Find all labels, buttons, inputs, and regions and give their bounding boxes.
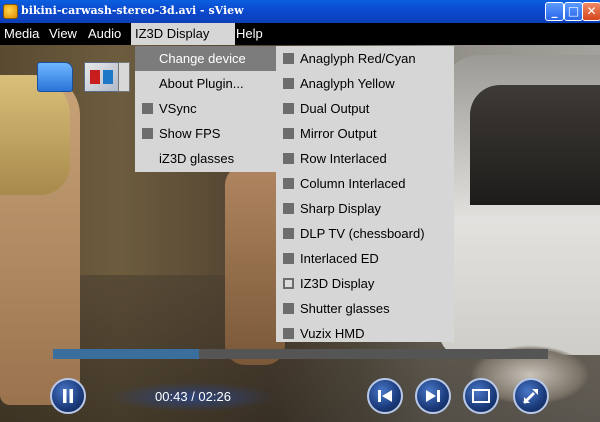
menu-item-label: Change device (159, 51, 246, 66)
radio-icon (283, 253, 294, 264)
seek-bar[interactable] (53, 349, 548, 359)
menu-item-show-fps[interactable]: Show FPS (135, 121, 276, 146)
device-label: Row Interlaced (300, 151, 387, 166)
device-column-interlaced[interactable]: Column Interlaced (276, 171, 454, 196)
device-mirror-output[interactable]: Mirror Output (276, 121, 454, 146)
next-icon (426, 390, 440, 402)
device-label: Mirror Output (300, 126, 377, 141)
device-label: Vuzix HMD (300, 326, 365, 341)
next-button[interactable] (415, 378, 451, 414)
menu-item-label: About Plugin... (159, 76, 244, 91)
radio-icon (283, 153, 294, 164)
device-dlp-tv[interactable]: DLP TV (chessboard) (276, 221, 454, 246)
device-label: Sharp Display (300, 201, 381, 216)
pause-icon (63, 389, 73, 403)
menu-item-vsync[interactable]: VSync (135, 96, 276, 121)
radio-icon (283, 103, 294, 114)
device-interlaced-ed[interactable]: Interlaced ED (276, 246, 454, 271)
minimize-button[interactable]: _ (545, 2, 564, 21)
radio-icon (283, 203, 294, 214)
close-icon: ✕ (586, 4, 597, 18)
device-label: Interlaced ED (300, 251, 379, 266)
menu-audio[interactable]: Audio (84, 23, 125, 45)
device-sharp-display[interactable]: Sharp Display (276, 196, 454, 221)
maximize-icon: □ (567, 4, 580, 18)
swap-lr-button[interactable] (513, 378, 549, 414)
menu-item-iz3d-glasses[interactable]: iZ3D glasses (135, 146, 276, 171)
radio-icon (283, 228, 294, 239)
device-dual-output[interactable]: Dual Output (276, 96, 454, 121)
radio-icon (283, 178, 294, 189)
device-label: Column Interlaced (300, 176, 406, 191)
toolbar-extra-icon[interactable] (118, 62, 130, 92)
menu-iz3d-display[interactable]: IZ3D Display (131, 23, 235, 45)
menu-item-label: iZ3D glasses (159, 151, 235, 166)
change-device-submenu: Anaglyph Red/Cyan Anaglyph Yellow Dual O… (276, 46, 454, 342)
radio-icon (283, 328, 294, 339)
checkbox-icon (142, 128, 153, 139)
time-display: 00:43 / 02:26 (108, 382, 278, 412)
pause-button[interactable] (50, 378, 86, 414)
menu-item-label: Show FPS (159, 126, 221, 141)
radio-icon (283, 53, 294, 64)
menu-item-change-device[interactable]: Change device (135, 46, 276, 71)
menu-view[interactable]: View (45, 23, 81, 45)
maximize-button[interactable]: □ (564, 2, 583, 21)
radio-icon (283, 128, 294, 139)
device-label: Anaglyph Red/Cyan (300, 51, 416, 66)
device-vuzix-hmd[interactable]: Vuzix HMD (276, 321, 454, 346)
device-label: Anaglyph Yellow (300, 76, 395, 91)
radio-icon (283, 78, 294, 89)
close-button[interactable]: ✕ (582, 2, 600, 21)
fullscreen-button[interactable] (463, 378, 499, 414)
iz3d-display-menu: Change device About Plugin... VSync Show… (135, 46, 276, 172)
device-iz3d-display[interactable]: IZ3D Display (276, 271, 454, 296)
device-label: DLP TV (chessboard) (300, 226, 425, 241)
menu-help[interactable]: Help (232, 23, 267, 45)
device-shutter-glasses[interactable]: Shutter glasses (276, 296, 454, 321)
device-label: Shutter glasses (300, 301, 390, 316)
swap-lr-icon (523, 389, 538, 404)
window-title: bikini-carwash-stereo-3d.avi - sView (21, 4, 244, 17)
app-icon[interactable] (3, 4, 18, 19)
previous-button[interactable] (367, 378, 403, 414)
device-anaglyph-yellow[interactable]: Anaglyph Yellow (276, 71, 454, 96)
device-label: IZ3D Display (300, 276, 375, 291)
menu-item-about-plugin[interactable]: About Plugin... (135, 71, 276, 96)
minimize-icon: _ (551, 4, 558, 18)
stereo-mode-icon[interactable] (84, 62, 120, 92)
radio-icon (283, 303, 294, 314)
title-bar: bikini-carwash-stereo-3d.avi - sView _ □… (0, 0, 600, 23)
open-folder-icon[interactable] (37, 62, 73, 92)
previous-icon (378, 390, 392, 402)
device-row-interlaced[interactable]: Row Interlaced (276, 146, 454, 171)
device-anaglyph-red-cyan[interactable]: Anaglyph Red/Cyan (276, 46, 454, 71)
menu-item-label: VSync (159, 101, 197, 116)
menu-media[interactable]: Media (0, 23, 43, 45)
device-label: Dual Output (300, 101, 370, 116)
radio-selected-icon (283, 278, 294, 289)
menu-bar: Media View Audio IZ3D Display Help (0, 23, 600, 45)
fullscreen-icon (472, 389, 490, 403)
checkbox-icon (142, 103, 153, 114)
seek-bar-fill (53, 349, 199, 359)
